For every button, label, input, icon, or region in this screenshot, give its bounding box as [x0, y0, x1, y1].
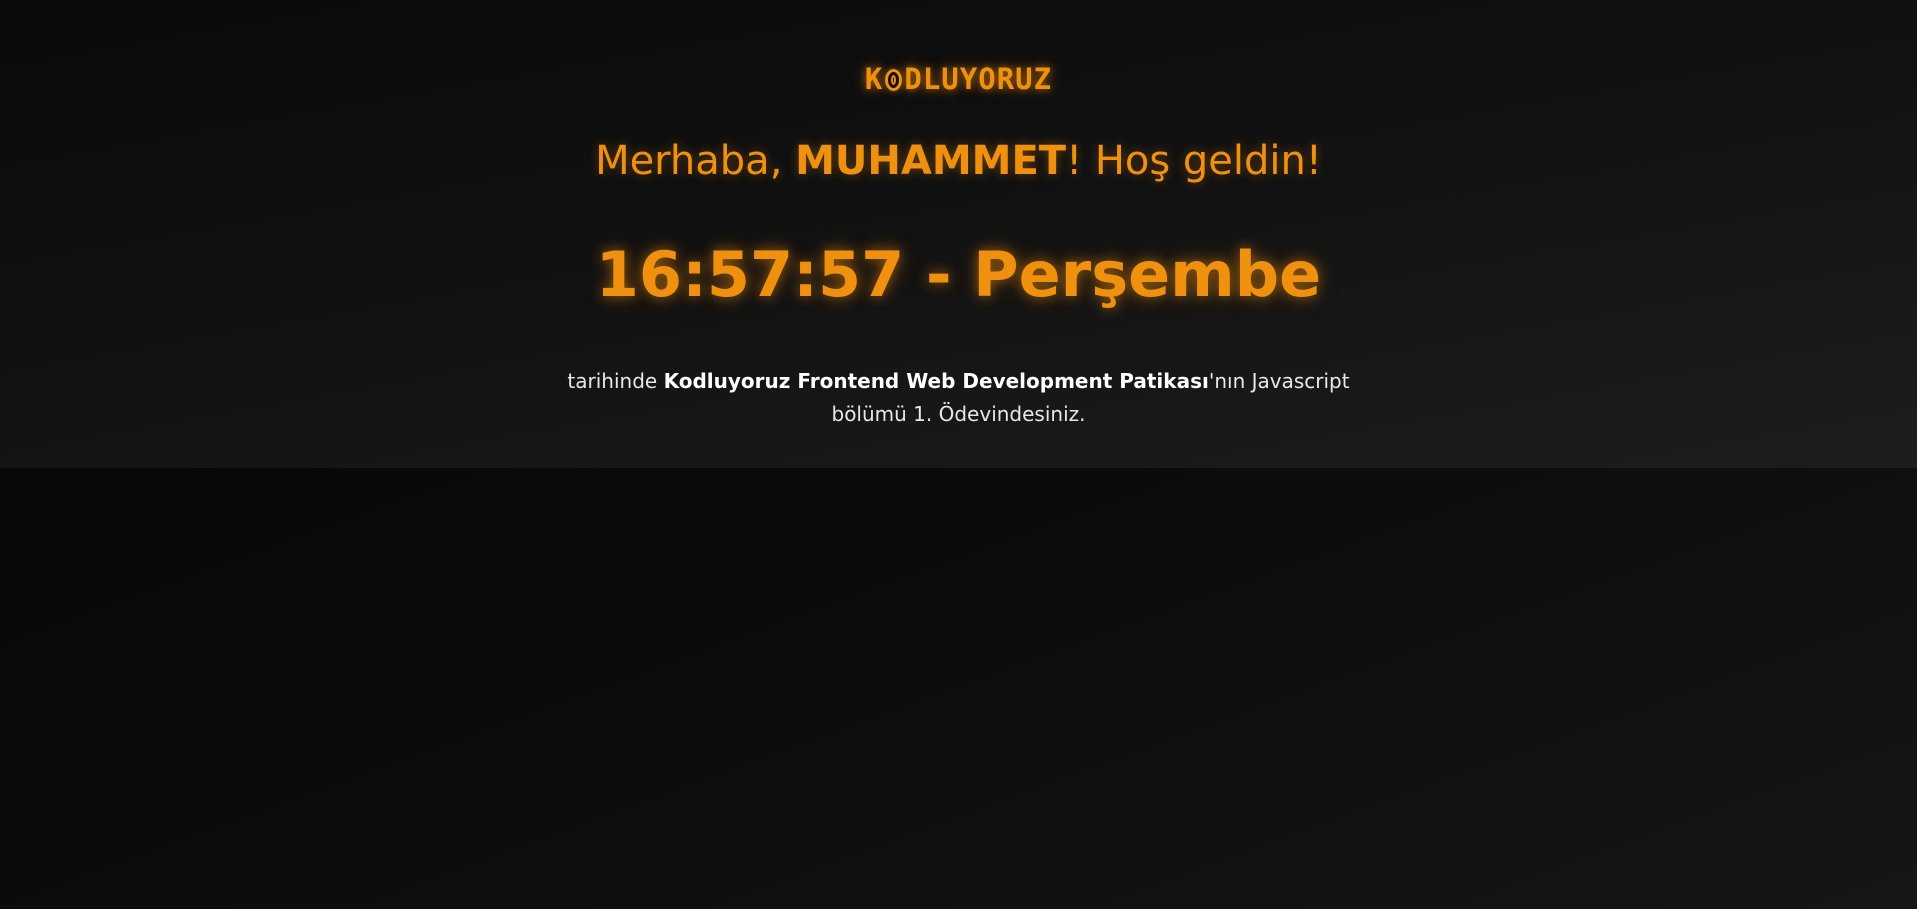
user-name: MUHAMMET: [795, 138, 1067, 184]
course-name: Kodluyoruz Frontend Web Development Pati…: [663, 369, 1209, 393]
clock-separator: -: [904, 238, 974, 311]
logo-text-start: K: [864, 62, 884, 96]
clock-time: 16:57:57: [595, 238, 905, 311]
info-text: tarihinde Kodluyoruz Frontend Web Develo…: [0, 365, 1917, 431]
logo-text-end: DLUYORUZ: [904, 62, 1053, 96]
info-line1-suffix: 'nın Javascript: [1208, 369, 1350, 393]
welcome-panel: K DLUYORUZ Merhaba, MUHAMMET! Hoş geldin!…: [0, 0, 1917, 468]
o-mark-icon: [885, 69, 903, 91]
info-line2: bölümü 1. Ödevindesiniz.: [831, 402, 1086, 426]
greeting-prefix: Merhaba,: [595, 138, 796, 184]
clock-display: 16:57:57 - Perşembe: [0, 238, 1917, 311]
greeting-suffix: ! Hoş geldin!: [1066, 138, 1322, 184]
clock-day: Perşembe: [973, 238, 1322, 311]
info-prefix: tarihinde: [567, 369, 664, 393]
kodluyoruz-logo: K DLUYORUZ: [0, 62, 1917, 96]
greeting-heading: Merhaba, MUHAMMET! Hoş geldin!: [0, 138, 1917, 184]
